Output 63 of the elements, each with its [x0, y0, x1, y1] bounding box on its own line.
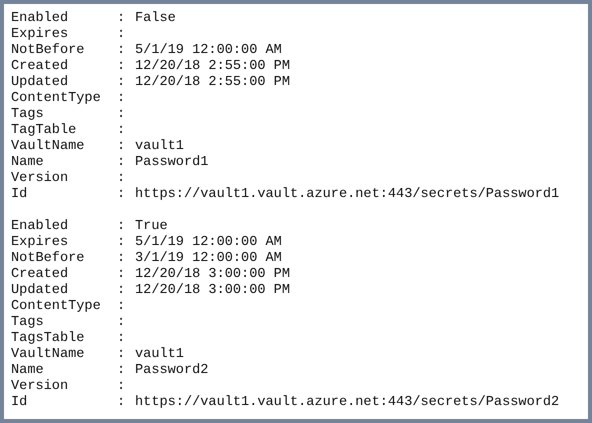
property-name: Expires [11, 27, 70, 43]
property-name: VaultName [11, 139, 86, 155]
separator: : [117, 219, 126, 235]
property-name: Updated [11, 283, 70, 299]
property-name: VaultName [11, 347, 86, 363]
property-value: 3/1/19 12:00:00 AM [135, 251, 282, 267]
separator: : [117, 251, 126, 267]
property-value: https://vault1.vault.azure.net:443/secrets/Password2 [135, 395, 560, 411]
property-name: Tags [11, 107, 45, 123]
separator: : [117, 27, 126, 43]
separator: : [117, 75, 126, 91]
property-name: ContentType [11, 91, 102, 107]
property-value: https://vault1.vault.azure.net:443/secrets/Password1 [135, 187, 560, 203]
property-value: 12/20/18 2:55:00 PM [135, 75, 290, 91]
separator: : [117, 91, 126, 107]
property-name: TagTable [11, 123, 78, 139]
property-name: Name [11, 363, 45, 379]
property-value: 5/1/19 12:00:00 AM [135, 235, 282, 251]
property-value: 5/1/19 12:00:00 AM [135, 43, 282, 59]
separator: : [117, 107, 126, 123]
separator: : [117, 395, 126, 411]
property-name: Expires [11, 235, 70, 251]
property-value: 12/20/18 3:00:00 PM [135, 267, 290, 283]
separator: : [117, 347, 126, 363]
property-name: Version [11, 379, 70, 395]
property-name: Created [11, 267, 70, 283]
property-name: Id [11, 187, 28, 203]
property-value: Password1 [135, 155, 208, 171]
property-name: Name [11, 155, 45, 171]
separator: : [117, 187, 126, 203]
property-value: vault1 [135, 347, 184, 363]
property-name: Updated [11, 75, 70, 91]
separator: : [117, 11, 126, 27]
property-name: ContentType [11, 299, 102, 315]
separator: : [117, 123, 126, 139]
property-value: vault1 [135, 139, 184, 155]
separator: : [117, 299, 126, 315]
property-value: False [135, 11, 176, 27]
property-value: Password2 [135, 363, 208, 379]
separator: : [117, 283, 126, 299]
property-value: 12/20/18 2:55:00 PM [135, 59, 290, 75]
separator: : [117, 315, 126, 331]
property-name: Created [11, 59, 70, 75]
separator: : [117, 363, 126, 379]
separator: : [117, 331, 126, 347]
property-value: 12/20/18 3:00:00 PM [135, 283, 290, 299]
property-name: Enabled [11, 11, 70, 27]
property-name: NotBefore [11, 43, 86, 59]
separator: : [117, 155, 126, 171]
separator: : [117, 235, 126, 251]
property-value: True [135, 219, 168, 235]
property-name: NotBefore [11, 251, 86, 267]
separator: : [117, 379, 126, 395]
separator: : [117, 43, 126, 59]
separator: : [117, 139, 126, 155]
separator: : [117, 59, 126, 75]
separator: : [117, 267, 126, 283]
property-name: Version [11, 171, 70, 187]
property-name: Id [11, 395, 28, 411]
property-name: TagsTable [11, 331, 86, 347]
property-name: Tags [11, 315, 45, 331]
separator: : [117, 171, 126, 187]
property-name: Enabled [11, 219, 70, 235]
